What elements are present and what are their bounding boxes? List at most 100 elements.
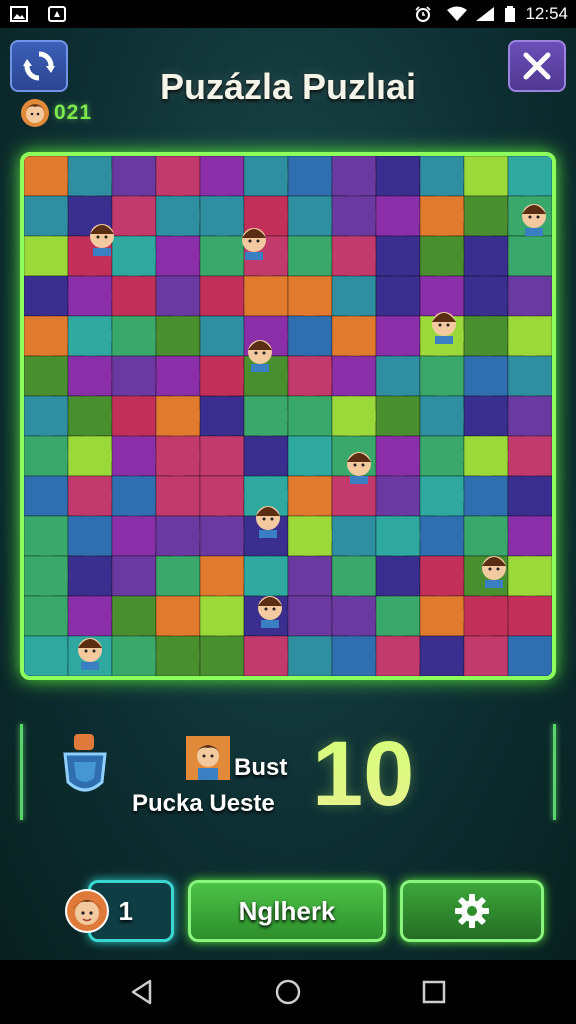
puzzle-piece[interactable] — [243, 555, 289, 602]
puzzle-piece[interactable] — [67, 515, 113, 562]
puzzle-piece[interactable] — [111, 235, 162, 282]
puzzle-piece[interactable] — [507, 395, 552, 442]
puzzle-piece[interactable] — [507, 275, 552, 322]
puzzle-piece[interactable] — [67, 435, 118, 477]
puzzle-piece[interactable] — [155, 395, 206, 442]
puzzle-piece[interactable] — [331, 235, 382, 282]
puzzle-piece[interactable] — [243, 275, 289, 317]
puzzle-piece[interactable] — [24, 395, 74, 442]
puzzle-piece[interactable] — [331, 355, 377, 402]
puzzle-piece[interactable] — [287, 355, 338, 402]
puzzle-piece[interactable] — [155, 435, 206, 482]
puzzle-piece[interactable] — [507, 156, 552, 202]
puzzle-piece[interactable] — [287, 515, 338, 562]
puzzle-piece[interactable] — [199, 156, 245, 202]
puzzle-piece[interactable] — [287, 475, 333, 522]
puzzle-piece[interactable] — [111, 475, 162, 522]
puzzle-piece[interactable] — [111, 595, 157, 642]
puzzle-piece[interactable] — [155, 235, 206, 277]
puzzle-piece[interactable] — [419, 515, 470, 557]
puzzle-piece[interactable] — [463, 315, 514, 362]
puzzle-piece[interactable] — [287, 635, 338, 676]
puzzle-piece[interactable] — [67, 475, 118, 522]
puzzle-piece[interactable] — [375, 195, 426, 242]
puzzle-piece[interactable] — [199, 555, 250, 602]
puzzle-piece[interactable] — [24, 355, 74, 402]
puzzle-piece[interactable] — [287, 435, 333, 482]
puzzle-piece[interactable] — [331, 156, 382, 202]
puzzle-piece[interactable] — [155, 635, 206, 676]
puzzle-piece[interactable] — [155, 275, 201, 322]
puzzle-piece[interactable] — [111, 515, 162, 557]
puzzle-piece[interactable] — [375, 395, 421, 442]
puzzle-piece[interactable] — [155, 555, 201, 597]
puzzle-piece[interactable] — [199, 355, 250, 402]
puzzle-piece[interactable] — [507, 315, 552, 362]
puzzle-piece[interactable] — [419, 435, 470, 477]
puzzle-piece[interactable] — [24, 235, 69, 277]
puzzle-piece[interactable] — [111, 195, 157, 242]
puzzle-piece[interactable] — [111, 275, 157, 317]
puzzle-piece[interactable] — [463, 595, 514, 642]
main-action-button[interactable]: Nglherk — [188, 880, 386, 942]
back-icon[interactable] — [128, 978, 156, 1006]
puzzle-piece[interactable] — [24, 635, 74, 676]
puzzle-piece[interactable] — [24, 435, 74, 477]
puzzle-piece[interactable] — [67, 355, 118, 402]
puzzle-piece[interactable] — [155, 195, 206, 242]
settings-button[interactable] — [400, 880, 544, 942]
puzzle-piece[interactable] — [507, 595, 552, 637]
puzzle-piece[interactable] — [331, 395, 382, 442]
puzzle-piece[interactable] — [375, 555, 426, 602]
puzzle-piece[interactable] — [67, 315, 118, 362]
puzzle-piece[interactable] — [507, 635, 552, 676]
puzzle-piece[interactable] — [199, 515, 250, 557]
puzzle-piece[interactable] — [419, 235, 470, 282]
puzzle-board[interactable] — [20, 152, 556, 680]
puzzle-piece[interactable] — [375, 635, 426, 676]
puzzle-piece[interactable] — [331, 195, 382, 242]
puzzle-piece[interactable] — [111, 355, 162, 402]
puzzle-piece[interactable] — [463, 515, 514, 557]
puzzle-piece[interactable] — [375, 275, 421, 317]
puzzle-piece[interactable] — [419, 195, 470, 242]
puzzle-piece[interactable] — [419, 555, 470, 602]
puzzle-piece[interactable] — [24, 315, 74, 362]
puzzle-piece[interactable] — [111, 156, 162, 202]
puzzle-piece[interactable] — [463, 275, 514, 322]
puzzle-piece[interactable] — [287, 395, 333, 437]
puzzle-piece[interactable] — [331, 275, 377, 322]
puzzle-piece[interactable] — [287, 315, 338, 362]
puzzle-piece[interactable] — [419, 595, 470, 637]
puzzle-piece[interactable] — [199, 315, 250, 357]
puzzle-piece[interactable] — [67, 555, 118, 602]
puzzle-piece[interactable] — [375, 315, 426, 362]
puzzle-piece[interactable] — [287, 156, 338, 197]
puzzle-piece[interactable] — [463, 156, 509, 197]
puzzle-piece[interactable] — [375, 156, 426, 202]
home-icon[interactable] — [274, 978, 302, 1006]
puzzle-piece[interactable] — [463, 395, 514, 442]
puzzle-piece[interactable] — [419, 475, 470, 522]
puzzle-piece[interactable] — [507, 355, 552, 402]
puzzle-piece[interactable] — [331, 555, 377, 602]
puzzle-piece[interactable] — [287, 275, 333, 322]
close-button[interactable] — [508, 40, 566, 92]
puzzle-piece[interactable] — [24, 555, 74, 602]
puzzle-piece[interactable] — [287, 595, 338, 637]
puzzle-piece[interactable] — [375, 515, 426, 562]
puzzle-piece[interactable] — [463, 435, 514, 482]
puzzle-piece[interactable] — [67, 275, 118, 317]
puzzle-piece[interactable] — [155, 475, 201, 517]
puzzle-piece[interactable] — [155, 355, 206, 402]
puzzle-piece[interactable] — [331, 315, 377, 362]
puzzle-piece[interactable] — [24, 515, 69, 562]
puzzle-piece[interactable] — [199, 435, 245, 477]
puzzle-piece[interactable] — [111, 435, 162, 482]
puzzle-piece[interactable] — [155, 595, 201, 642]
puzzle-piece[interactable] — [331, 635, 382, 676]
puzzle-piece[interactable] — [155, 515, 206, 562]
puzzle-piece[interactable] — [463, 355, 509, 402]
puzzle-piece[interactable] — [419, 635, 470, 676]
puzzle-piece[interactable] — [155, 315, 201, 357]
